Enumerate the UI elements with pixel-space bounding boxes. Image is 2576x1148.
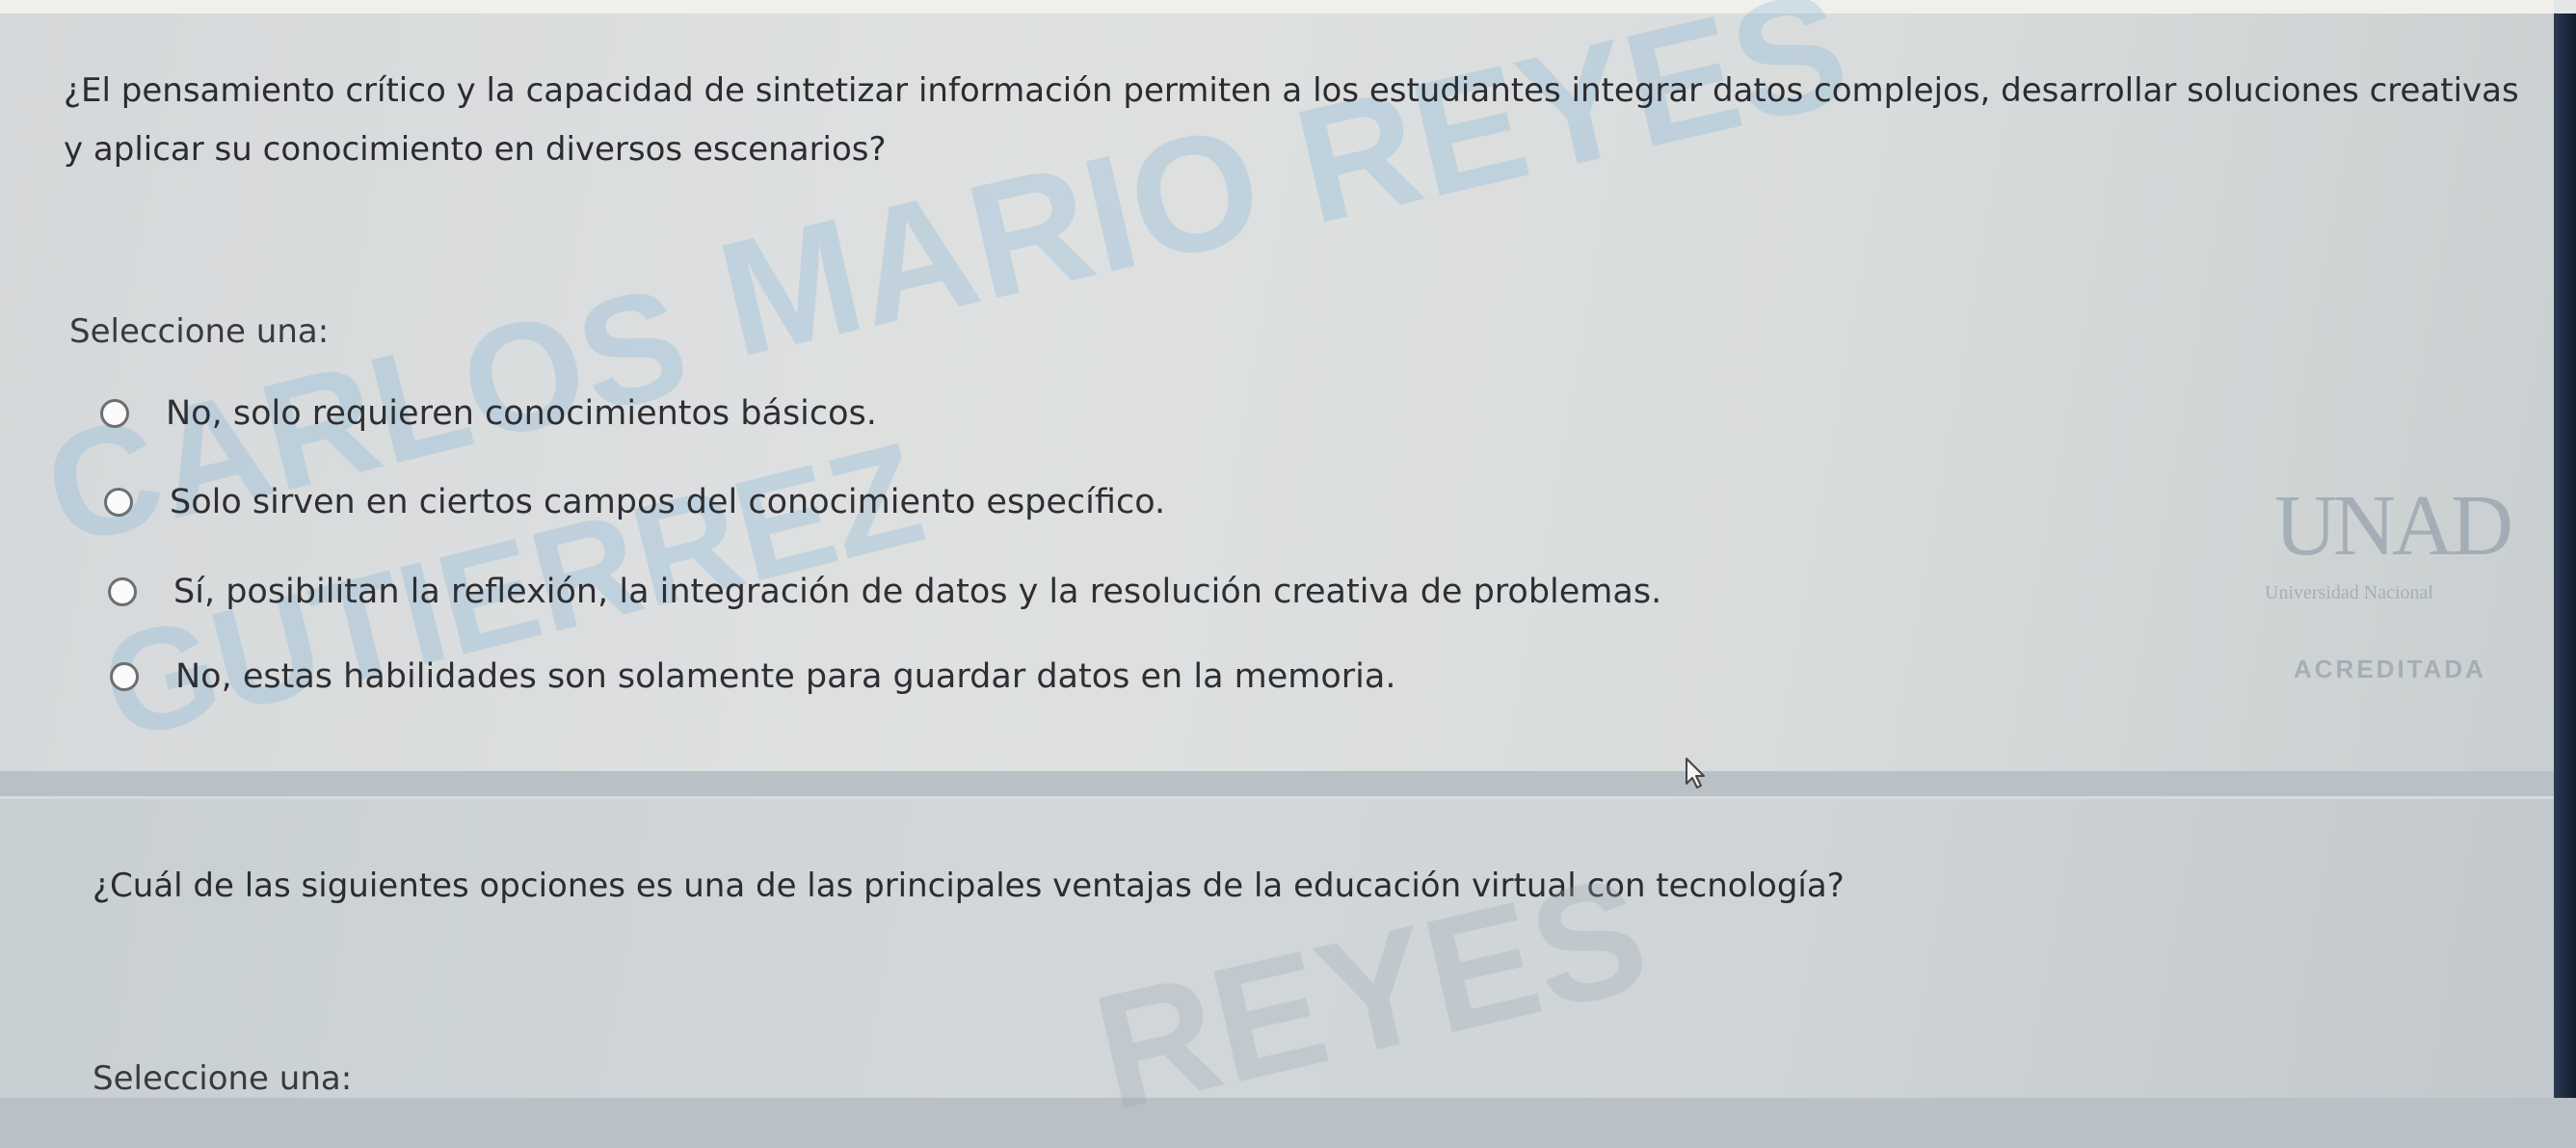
window-edge bbox=[2554, 13, 2576, 1098]
radio-button[interactable] bbox=[110, 662, 139, 691]
radio-button[interactable] bbox=[100, 399, 129, 428]
answer-option-label: No, solo requieren conocimientos básicos… bbox=[166, 394, 877, 433]
question-text: ¿Cuál de las siguientes opciones es una … bbox=[93, 867, 1845, 905]
answer-option-2[interactable]: Solo sirven en ciertos campos del conoci… bbox=[104, 483, 1165, 521]
select-one-label: Seleccione una: bbox=[69, 312, 330, 351]
answer-option-1[interactable]: No, solo requieren conocimientos básicos… bbox=[100, 394, 877, 433]
answer-option-4[interactable]: No, estas habilidades son solamente para… bbox=[110, 657, 1395, 696]
question-card-2: ¿Cuál de las siguientes opciones es una … bbox=[0, 796, 2554, 1098]
question-text: ¿El pensamiento crítico y la capacidad d… bbox=[64, 71, 2519, 169]
answer-option-3[interactable]: Sí, posibilitan la reflexión, la integra… bbox=[108, 573, 1661, 611]
mouse-cursor-icon bbox=[1686, 758, 1705, 788]
answer-option-label: No, estas habilidades son solamente para… bbox=[175, 657, 1396, 696]
university-seal: UNAD Universidad Nacional ACREDITADA bbox=[2255, 438, 2544, 727]
answer-option-label: Sí, posibilitan la reflexión, la integra… bbox=[173, 573, 1662, 611]
question-card-1: MARIO REYES CARLOS GUTIERREZ ¿El pensami… bbox=[0, 0, 2554, 771]
answer-option-label: Solo sirven en ciertos campos del conoci… bbox=[170, 483, 1166, 521]
accreditation-badge: ACREDITADA bbox=[2294, 654, 2486, 683]
radio-button[interactable] bbox=[108, 577, 137, 606]
radio-button[interactable] bbox=[104, 488, 133, 517]
window-edge-top bbox=[2554, 0, 2576, 13]
university-logo: UNAD bbox=[2274, 478, 2513, 574]
watermark-text: MARIO REYES bbox=[704, 0, 1864, 393]
select-one-label: Seleccione una: bbox=[93, 1059, 353, 1098]
university-name: Universidad Nacional bbox=[2265, 582, 2433, 603]
